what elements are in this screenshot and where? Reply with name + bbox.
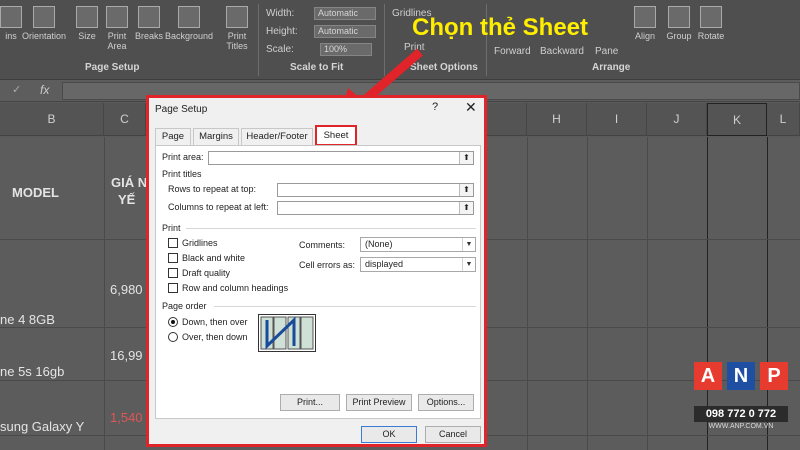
align-icon bbox=[634, 6, 656, 28]
range-picker-icon[interactable]: ⬆ bbox=[459, 152, 473, 164]
arrange-group-label: Arrange bbox=[592, 62, 631, 73]
black-white-label: Black and white bbox=[182, 253, 246, 263]
page-setup-dialog: Page Setup ? ✕ Page Margins Header/Foote… bbox=[146, 95, 487, 447]
rotate-icon bbox=[700, 6, 722, 28]
print-area-icon bbox=[106, 6, 128, 28]
page-setup-group-label: Page Setup bbox=[85, 62, 140, 73]
column-header[interactable]: H bbox=[527, 103, 587, 136]
breaks-button[interactable]: Breaks bbox=[130, 6, 168, 58]
background-icon bbox=[178, 6, 200, 28]
range-picker-icon[interactable]: ⬆ bbox=[459, 202, 473, 214]
margins-icon bbox=[0, 6, 22, 28]
print-button[interactable]: Print... bbox=[280, 394, 340, 411]
cols-repeat-label: Columns to repeat at left: bbox=[168, 202, 269, 212]
cell-errors-label: Cell errors as: bbox=[299, 260, 356, 270]
help-icon[interactable]: ? bbox=[432, 101, 438, 113]
print-titles-label: Print titles bbox=[162, 169, 202, 179]
group-icon bbox=[668, 6, 690, 28]
down-then-over-label: Down, then over bbox=[182, 317, 248, 327]
cols-repeat-input[interactable]: ⬆ bbox=[277, 201, 474, 215]
print-section-label: Print bbox=[162, 223, 181, 233]
black-white-checkbox[interactable] bbox=[168, 253, 178, 263]
print-area-input[interactable]: ⬆ bbox=[208, 151, 474, 165]
page-order-preview-icon bbox=[258, 314, 316, 352]
align-button[interactable]: Align bbox=[626, 6, 664, 58]
column-header[interactable]: C bbox=[104, 103, 146, 136]
headings-checkbox[interactable] bbox=[168, 283, 178, 293]
model-cell[interactable]: ne 4 8GB bbox=[0, 312, 55, 327]
column-header[interactable]: L bbox=[767, 103, 800, 136]
anp-logo: A N P 098 772 0 772 WWW.ANP.COM.VN bbox=[694, 362, 788, 434]
sheet-tab-panel: Print area: ⬆ Print titles Rows to repea… bbox=[155, 145, 481, 419]
model-header-cell[interactable]: MODEL bbox=[12, 185, 59, 200]
over-then-down-label: Over, then down bbox=[182, 332, 248, 342]
pane-button[interactable]: Pane bbox=[595, 46, 618, 57]
price-cell[interactable]: 1,540 bbox=[110, 410, 143, 425]
scale-label: Scale: bbox=[266, 44, 294, 55]
dialog-title: Page Setup bbox=[155, 104, 208, 115]
price-cell[interactable]: 6,980 bbox=[110, 282, 143, 297]
rows-repeat-input[interactable]: ⬆ bbox=[277, 183, 474, 197]
close-icon[interactable]: ✕ bbox=[465, 99, 477, 116]
options-button[interactable]: Options... bbox=[418, 394, 474, 411]
headings-label: Row and column headings bbox=[182, 283, 289, 293]
print-titles-icon bbox=[226, 6, 248, 28]
page-order-label: Page order bbox=[162, 301, 207, 311]
logo-letter-p: P bbox=[760, 362, 788, 390]
confirm-icon[interactable]: ✓ bbox=[12, 83, 21, 96]
column-header[interactable] bbox=[487, 103, 527, 136]
tab-header-footer[interactable]: Header/Footer bbox=[241, 128, 313, 145]
tab-margins[interactable]: Margins bbox=[193, 128, 239, 145]
model-cell[interactable]: sung Galaxy Y bbox=[0, 419, 84, 434]
annotation-text: Chọn thẻ Sheet bbox=[412, 14, 589, 41]
draft-quality-checkbox[interactable] bbox=[168, 268, 178, 278]
size-icon bbox=[76, 6, 98, 28]
price-header-cell-2: YẾ bbox=[118, 192, 136, 207]
column-header[interactable]: B bbox=[0, 103, 104, 136]
breaks-icon bbox=[138, 6, 160, 28]
ok-button[interactable]: OK bbox=[361, 426, 417, 443]
column-header[interactable]: K bbox=[707, 103, 767, 136]
logo-phone: 098 772 0 772 bbox=[694, 406, 788, 422]
rotate-button[interactable]: Rotate bbox=[692, 6, 730, 58]
price-header-cell[interactable]: GIÁ N bbox=[111, 175, 147, 190]
print-titles-button[interactable]: Print Titles bbox=[218, 6, 256, 58]
backward-button[interactable]: Backward bbox=[540, 46, 584, 57]
insert-function-icon[interactable]: fx bbox=[40, 83, 49, 97]
gridlines-label: Gridlines bbox=[182, 238, 218, 248]
height-label: Height: bbox=[266, 26, 298, 37]
background-button[interactable]: Background bbox=[164, 6, 214, 58]
tab-sheet[interactable]: Sheet bbox=[315, 125, 357, 146]
over-then-down-radio[interactable] bbox=[168, 332, 178, 342]
print-area-label: Print area: bbox=[162, 152, 204, 162]
logo-website: WWW.ANP.COM.VN bbox=[708, 423, 774, 430]
comments-label: Comments: bbox=[299, 240, 346, 250]
group-separator bbox=[258, 4, 259, 76]
column-header[interactable]: I bbox=[587, 103, 647, 136]
cell-errors-select[interactable]: displayed ▼ bbox=[360, 257, 476, 272]
print-preview-button[interactable]: Print Preview bbox=[346, 394, 412, 411]
forward-button[interactable]: Forward bbox=[494, 46, 531, 57]
logo-letter-a: A bbox=[694, 362, 722, 390]
chevron-down-icon: ▼ bbox=[462, 238, 475, 251]
price-cell[interactable]: 16,99 bbox=[110, 348, 143, 363]
width-select[interactable]: Automatic bbox=[314, 7, 376, 20]
draft-quality-label: Draft quality bbox=[182, 268, 231, 278]
orientation-button[interactable]: Orientation bbox=[22, 6, 66, 58]
model-cell[interactable]: ne 5s 16gb bbox=[0, 364, 64, 379]
rows-repeat-label: Rows to repeat at top: bbox=[168, 184, 257, 194]
width-label: Width: bbox=[266, 8, 295, 19]
down-then-over-radio[interactable] bbox=[168, 317, 178, 327]
column-header[interactable]: J bbox=[647, 103, 707, 136]
gridlines-checkbox[interactable] bbox=[168, 238, 178, 248]
logo-letter-n: N bbox=[727, 362, 755, 390]
comments-select[interactable]: (None) ▼ bbox=[360, 237, 476, 252]
orientation-icon bbox=[33, 6, 55, 28]
chevron-down-icon: ▼ bbox=[462, 258, 475, 271]
tab-page[interactable]: Page bbox=[155, 128, 191, 145]
cancel-button[interactable]: Cancel bbox=[425, 426, 481, 443]
range-picker-icon[interactable]: ⬆ bbox=[459, 184, 473, 196]
height-select[interactable]: Automatic bbox=[314, 25, 376, 38]
